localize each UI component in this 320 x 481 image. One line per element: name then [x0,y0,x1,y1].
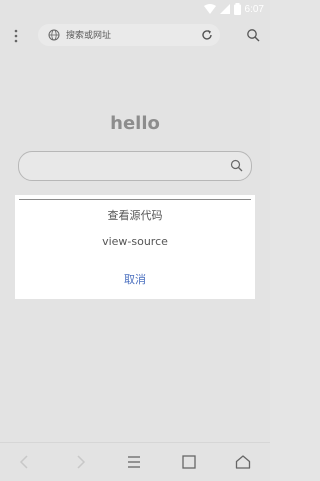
status-icons: 6:07 [203,3,264,15]
status-bar: 6:07 [0,0,270,20]
more-vertical-icon[interactable] [10,28,22,44]
home-icon[interactable] [234,453,252,471]
back-icon[interactable] [16,453,34,471]
context-dialog: 查看源代码 view-source 取消 [15,195,255,299]
search-icon[interactable] [246,28,260,42]
menu-icon[interactable] [125,453,143,471]
url-placeholder: 搜索或网址 [66,31,112,41]
bottom-nav [0,442,270,481]
dialog-item-view-source[interactable]: view-source [15,235,255,248]
battery-icon [233,3,241,15]
cancel-button[interactable]: 取消 [110,271,160,289]
browser-toolbar: 搜索或网址 [0,20,270,50]
tabs-icon[interactable] [180,453,198,471]
wifi-icon [203,4,216,14]
dialog-divider [19,199,251,200]
page-search-box[interactable] [18,151,252,181]
page-heading: hello [110,113,160,134]
status-time: 6:07 [244,3,264,15]
signal-icon [219,4,230,14]
url-bar[interactable]: 搜索或网址 [38,24,220,46]
forward-icon[interactable] [71,453,89,471]
dialog-title: 查看源代码 [107,209,163,222]
reload-icon[interactable] [200,28,214,42]
search-icon[interactable] [230,159,243,172]
globe-icon [48,29,60,41]
